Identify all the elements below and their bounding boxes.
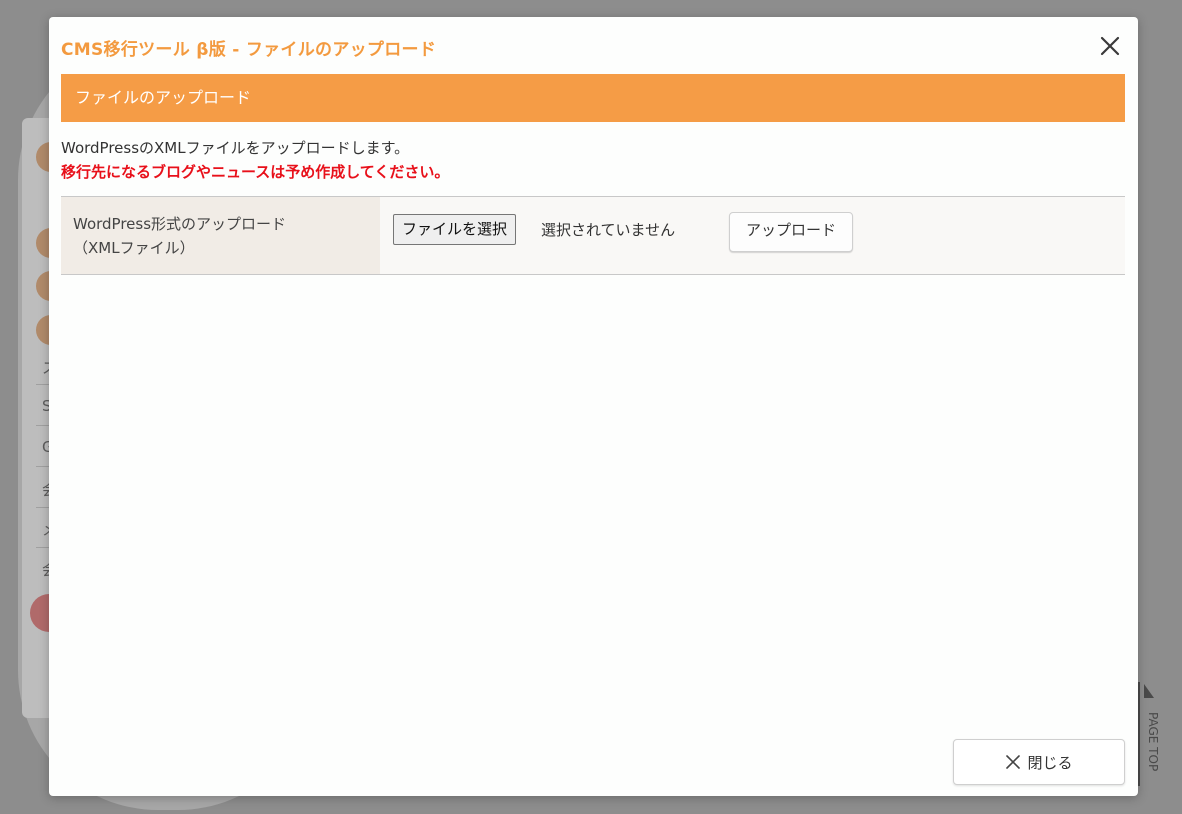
dialog-title: CMS移行ツール β版 - ファイルのアップロード xyxy=(61,40,437,60)
upload-field-label-line2: （XMLファイル） xyxy=(73,239,195,257)
section-header: ファイルのアップロード xyxy=(61,74,1125,122)
page-top-link[interactable]: PAGE TOP xyxy=(1138,682,1168,786)
upload-warning: 移行先になるブログやニュースは予め作成してください。 xyxy=(61,163,450,181)
close-icon xyxy=(1006,755,1021,769)
close-button[interactable]: 閉じる xyxy=(953,739,1125,785)
upload-field-label-line1: WordPress形式のアップロード xyxy=(73,215,287,233)
upload-button[interactable]: アップロード xyxy=(729,212,853,252)
upload-description: WordPressのXMLファイルをアップロードします。 xyxy=(61,139,410,157)
upload-dialog: CMS移行ツール β版 - ファイルのアップロード ファイルのアップロード Wo… xyxy=(49,17,1138,796)
choose-file-button[interactable]: ファイルを選択 xyxy=(393,214,517,245)
arrow-up-icon xyxy=(1144,684,1154,698)
close-icon[interactable] xyxy=(1099,35,1121,57)
file-status-text: 選択されていません xyxy=(541,221,676,239)
upload-form-row: WordPress形式のアップロード （XMLファイル） ファイルを選択 選択さ… xyxy=(61,196,1125,275)
close-button-label: 閉じる xyxy=(1027,753,1073,772)
page-top-label: PAGE TOP xyxy=(1146,712,1160,772)
upload-field-label: WordPress形式のアップロード （XMLファイル） xyxy=(61,197,380,274)
